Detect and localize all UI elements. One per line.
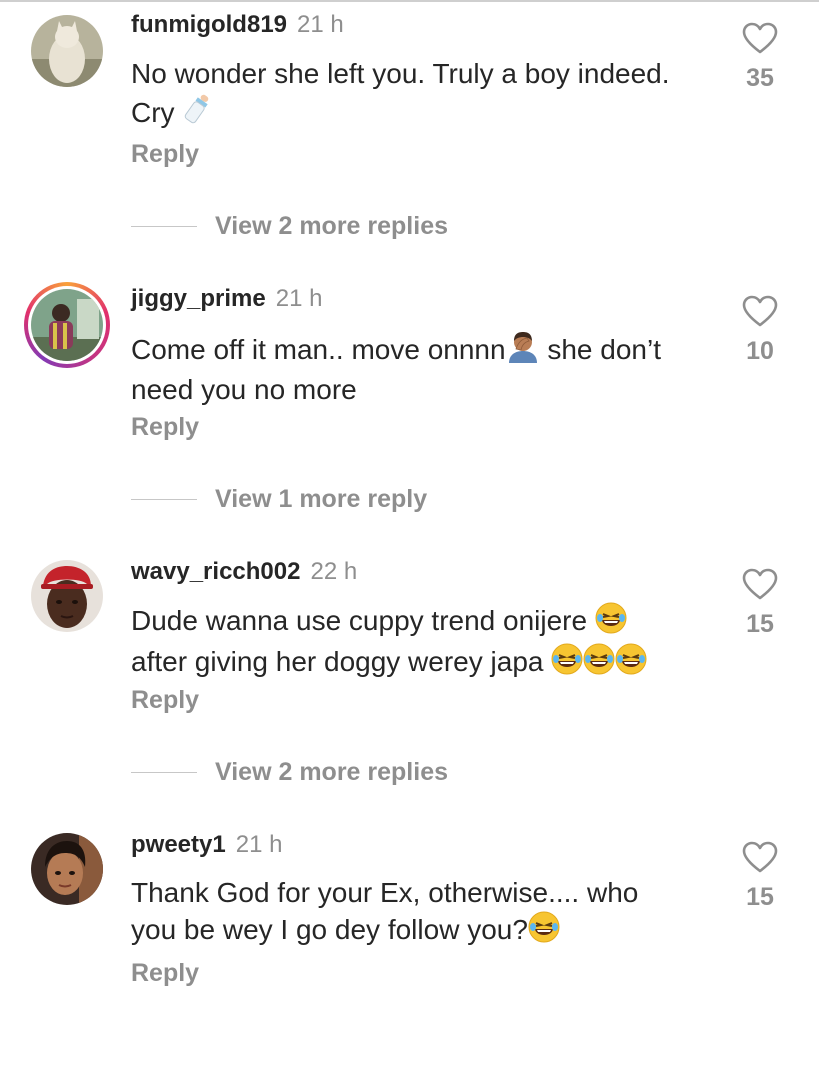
reply-button[interactable]: Reply [131,413,199,442]
baby-bottle-icon [182,92,212,135]
view-more-replies[interactable]: View 2 more replies [131,211,448,241]
comment-item: funmigold819 21 h No wonder she left you.… [0,0,819,273]
laughing-emoji-icon [528,911,560,952]
comment-text-line: No wonder she left you. Truly a boy inde… [131,58,670,89]
username-link[interactable]: funmigold819 [131,11,287,38]
like-button[interactable]: 15 [738,568,782,639]
timestamp: 21 h [235,831,283,858]
username-link[interactable]: pweety1 [131,831,226,858]
avatar[interactable] [31,289,103,361]
laughing-emoji-icon [551,643,647,684]
reply-button[interactable]: Reply [131,959,199,988]
reply-button[interactable]: Reply [131,140,199,169]
comment-text: Come off it man.. move onnnn she don’t n… [131,329,721,408]
heart-icon[interactable] [742,841,778,873]
comment-item: pweety1 21 h Thank God for your Ex, other… [0,819,819,1092]
comment-text-line: after giving her doggy werey japa [131,646,544,677]
comment-text-line: need you no more [131,374,357,405]
comment-header: pweety1 21 h [131,831,282,859]
reply-button[interactable]: Reply [131,686,199,715]
like-count: 10 [746,337,774,365]
view-more-replies[interactable]: View 1 more reply [131,484,427,514]
comment-text-line: Come off it man.. move onnnn [131,334,506,365]
replies-divider-line [131,498,197,500]
timestamp: 21 h [297,11,344,38]
comment-text-line: you be wey I go dey follow you? [131,914,528,945]
view-more-replies-label[interactable]: View 1 more reply [215,485,427,514]
comment-text-line: Cry [131,97,175,128]
replies-divider-line [131,225,197,227]
comment-item: jiggy_prime 21 h Come off it man.. move o… [0,273,819,546]
comment-item: wavy_ricch002 22 h Dude wanna use cuppy t… [0,546,819,819]
comment-text: Thank God for your Ex, otherwise.... who… [131,875,721,952]
like-count: 35 [746,64,774,92]
like-button[interactable]: 35 [738,22,782,93]
view-more-replies[interactable]: View 2 more replies [131,757,448,787]
comment-text: No wonder she left you. Truly a boy inde… [131,56,721,135]
username-link[interactable]: wavy_ricch002 [131,558,300,585]
person-facepalming-icon [506,329,540,372]
comment-text-line: Dude wanna use cuppy trend onijere [131,605,588,636]
comment-header: jiggy_prime 21 h [131,285,322,313]
comment-text-line: she don’t [539,334,661,365]
comment-text: Dude wanna use cuppy trend onijere after… [131,602,721,684]
like-button[interactable]: 15 [738,841,782,912]
replies-divider-line [131,771,197,773]
username-link[interactable]: jiggy_prime [131,285,266,312]
avatar[interactable] [31,833,103,905]
comment-header: funmigold819 21 h [131,11,344,39]
view-more-replies-label[interactable]: View 2 more replies [215,212,448,241]
comment-text-line: Thank God for your Ex, otherwise.... who [131,877,639,908]
comment-header: wavy_ricch002 22 h [131,558,357,586]
avatar[interactable] [31,15,103,87]
like-button[interactable]: 10 [738,295,782,366]
timestamp: 21 h [275,285,323,312]
laughing-emoji-icon [595,602,627,643]
like-count: 15 [746,883,774,911]
like-count: 15 [746,610,774,638]
heart-icon[interactable] [742,568,778,600]
timestamp: 22 h [310,558,358,585]
heart-icon[interactable] [742,295,778,327]
story-ring[interactable] [24,282,110,368]
view-more-replies-label[interactable]: View 2 more replies [215,758,448,787]
heart-icon[interactable] [742,22,778,54]
avatar[interactable] [31,560,103,632]
